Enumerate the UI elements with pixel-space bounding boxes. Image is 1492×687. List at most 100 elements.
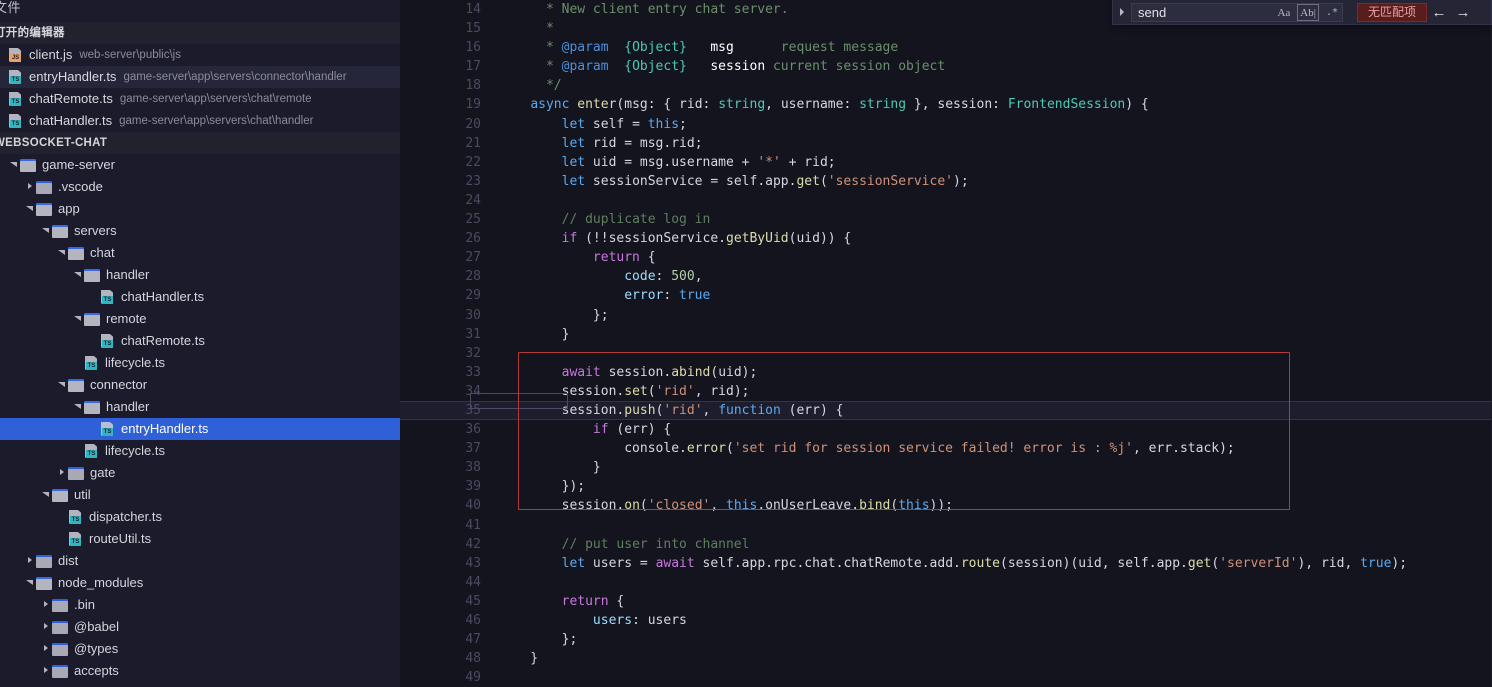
- code-line[interactable]: 18 */: [400, 76, 1492, 95]
- code-line[interactable]: 27 return {: [400, 248, 1492, 267]
- code-line[interactable]: 19 async enter(msg: { rid: string, usern…: [400, 95, 1492, 114]
- code-line[interactable]: 41: [400, 516, 1492, 535]
- code-line[interactable]: 33 await session.abind(uid);: [400, 363, 1492, 382]
- chevron-down-icon[interactable]: [40, 484, 52, 506]
- chevron-right-icon[interactable]: [24, 176, 36, 198]
- tree-item-chatremote-ts[interactable]: TS chatRemote.ts: [0, 330, 400, 352]
- chevron-down-icon[interactable]: [56, 242, 68, 264]
- tree-item-entryhandler-ts[interactable]: TS entryHandler.ts: [0, 418, 400, 440]
- find-input[interactable]: [1132, 2, 1260, 22]
- tree-item-dist[interactable]: dist: [0, 550, 400, 572]
- code-line[interactable]: 42 // put user into channel: [400, 535, 1492, 554]
- code-line[interactable]: 38 }: [400, 458, 1492, 477]
- code-line[interactable]: 40 session. on('closed', this.onUserLeave…: [400, 496, 1492, 515]
- find-input-wrapper[interactable]: Aa Ab| .*: [1131, 2, 1343, 22]
- code-token: users: [585, 555, 640, 571]
- code-line[interactable]: 16 * @param {Object} msg request message: [400, 38, 1492, 57]
- tree-item-gate[interactable]: gate: [0, 462, 400, 484]
- tree-item-remote[interactable]: remote: [0, 308, 400, 330]
- code-line[interactable]: 24: [400, 191, 1492, 210]
- code-line[interactable]: 25 // duplicate log in: [400, 210, 1492, 229]
- code-line[interactable]: 20 let self = this;: [400, 115, 1492, 134]
- code-line[interactable]: 36 if (err) {: [400, 420, 1492, 439]
- chevron-down-icon[interactable]: [72, 396, 84, 418]
- chevron-down-icon[interactable]: [24, 572, 36, 594]
- chevron-right-icon[interactable]: [40, 594, 52, 616]
- chevron-down-icon[interactable]: [56, 374, 68, 396]
- code-line[interactable]: 21 let rid = msg.rid;: [400, 134, 1492, 153]
- tree-item-node-modules[interactable]: node_modules: [0, 572, 400, 594]
- tree-item-servers[interactable]: servers: [0, 220, 400, 242]
- tree-item-lifecycle-ts[interactable]: TS lifecycle.ts: [0, 352, 400, 374]
- code-line[interactable]: 23 let sessionService = self.app.get('se…: [400, 172, 1492, 191]
- arrow-right-icon[interactable]: →: [1451, 4, 1475, 21]
- chevron-right-icon[interactable]: [1113, 0, 1131, 25]
- chevron-down-icon[interactable]: [72, 308, 84, 330]
- tree-item-handler[interactable]: handler: [0, 264, 400, 286]
- menu-bar[interactable]: 文件: [0, 0, 400, 22]
- code-line[interactable]: 17 * @param {Object} session current ses…: [400, 57, 1492, 76]
- open-editor-item[interactable]: TS chatRemote.ts game-server\app\servers\c…: [0, 88, 400, 110]
- code-line[interactable]: 48 }: [400, 649, 1492, 668]
- code-token: );: [1219, 441, 1235, 457]
- open-editor-item[interactable]: JS client.js web-server\public\js: [0, 44, 400, 66]
- menu-item-file[interactable]: 文件: [0, 0, 21, 16]
- tree-item--babel[interactable]: @babel: [0, 616, 400, 638]
- tree-item-connector[interactable]: connector: [0, 374, 400, 396]
- chevron-right-icon[interactable]: [40, 660, 52, 682]
- folder-open-icon: [36, 576, 52, 590]
- tree-item-accepts[interactable]: accepts: [0, 660, 400, 682]
- code-line[interactable]: 43 let users = await self.app.rpc.chat.c…: [400, 554, 1492, 573]
- code-line[interactable]: 47 };: [400, 630, 1492, 649]
- tree-item--vscode[interactable]: .vscode: [0, 176, 400, 198]
- line-content: error: true: [499, 286, 710, 305]
- code-line[interactable]: 28 code: 500,: [400, 267, 1492, 286]
- code-line[interactable]: 45 return {: [400, 592, 1492, 611]
- code-line[interactable]: 49: [400, 668, 1492, 687]
- tree-item-chat[interactable]: chat: [0, 242, 400, 264]
- code-line[interactable]: 32: [400, 344, 1492, 363]
- tree-item-lifecycle-ts[interactable]: TS lifecycle.ts: [0, 440, 400, 462]
- tree-item-dispatcher-ts[interactable]: TS dispatcher.ts: [0, 506, 400, 528]
- whole-word-icon[interactable]: Ab|: [1297, 4, 1319, 21]
- tree-item--bin[interactable]: .bin: [0, 594, 400, 616]
- tree-item-chathandler-ts[interactable]: TS chatHandler.ts: [0, 286, 400, 308]
- chevron-right-icon[interactable]: [56, 462, 68, 484]
- open-editor-item[interactable]: TS chatHandler.ts game-server\app\servers\…: [0, 110, 400, 132]
- code-line[interactable]: 29 error: true: [400, 286, 1492, 305]
- code-line[interactable]: 31 }: [400, 325, 1492, 344]
- match-case-icon[interactable]: Aa: [1275, 5, 1292, 20]
- code-token: .: [1148, 555, 1157, 571]
- code-line[interactable]: 37 console.error('set rid for session se…: [400, 439, 1492, 458]
- open-editor-item[interactable]: TS entryHandler.ts game-server\app\servers…: [0, 66, 400, 88]
- tree-item-app[interactable]: app: [0, 198, 400, 220]
- chevron-down-icon[interactable]: [40, 220, 52, 242]
- chevron-right-icon[interactable]: [40, 638, 52, 660]
- chevron-right-icon[interactable]: [40, 616, 52, 638]
- chevron-down-icon[interactable]: [24, 198, 36, 220]
- tree-item-routeutil-ts[interactable]: TS routeUtil.ts: [0, 528, 400, 550]
- code-editor[interactable]: 14 * New client entry chat server. 15 * 16…: [400, 0, 1492, 687]
- folder-icon: [52, 598, 68, 612]
- tree-item-game-server[interactable]: game-server: [0, 154, 400, 176]
- chevron-down-icon[interactable]: [8, 154, 20, 176]
- tree-item--types[interactable]: @types: [0, 638, 400, 660]
- regex-icon[interactable]: .*: [1324, 5, 1340, 20]
- code-line[interactable]: 26 if (!!sessionService.getByUid(uid)) {: [400, 229, 1492, 248]
- find-widget[interactable]: Aa Ab| .* 无匹配项 ← →: [1112, 0, 1492, 25]
- code-line[interactable]: 39 });: [400, 477, 1492, 496]
- folder-icon: [52, 664, 68, 678]
- tree-item-util[interactable]: util: [0, 484, 400, 506]
- chevron-down-icon[interactable]: [72, 264, 84, 286]
- arrow-left-icon[interactable]: ←: [1427, 4, 1451, 21]
- code-line[interactable]: 22 let uid = msg.username + '*' + rid;: [400, 153, 1492, 172]
- code-line[interactable]: 46 users: users: [400, 611, 1492, 630]
- tree-item-handler[interactable]: handler: [0, 396, 400, 418]
- code-line[interactable]: 30 };: [400, 306, 1492, 325]
- code-line[interactable]: 44: [400, 573, 1492, 592]
- explorer-header[interactable]: WEBSOCKET-CHAT: [0, 132, 400, 154]
- chevron-right-icon[interactable]: [24, 550, 36, 572]
- code-token: 'rid': [655, 383, 695, 399]
- open-editors-header[interactable]: 打开的编辑器: [0, 22, 400, 44]
